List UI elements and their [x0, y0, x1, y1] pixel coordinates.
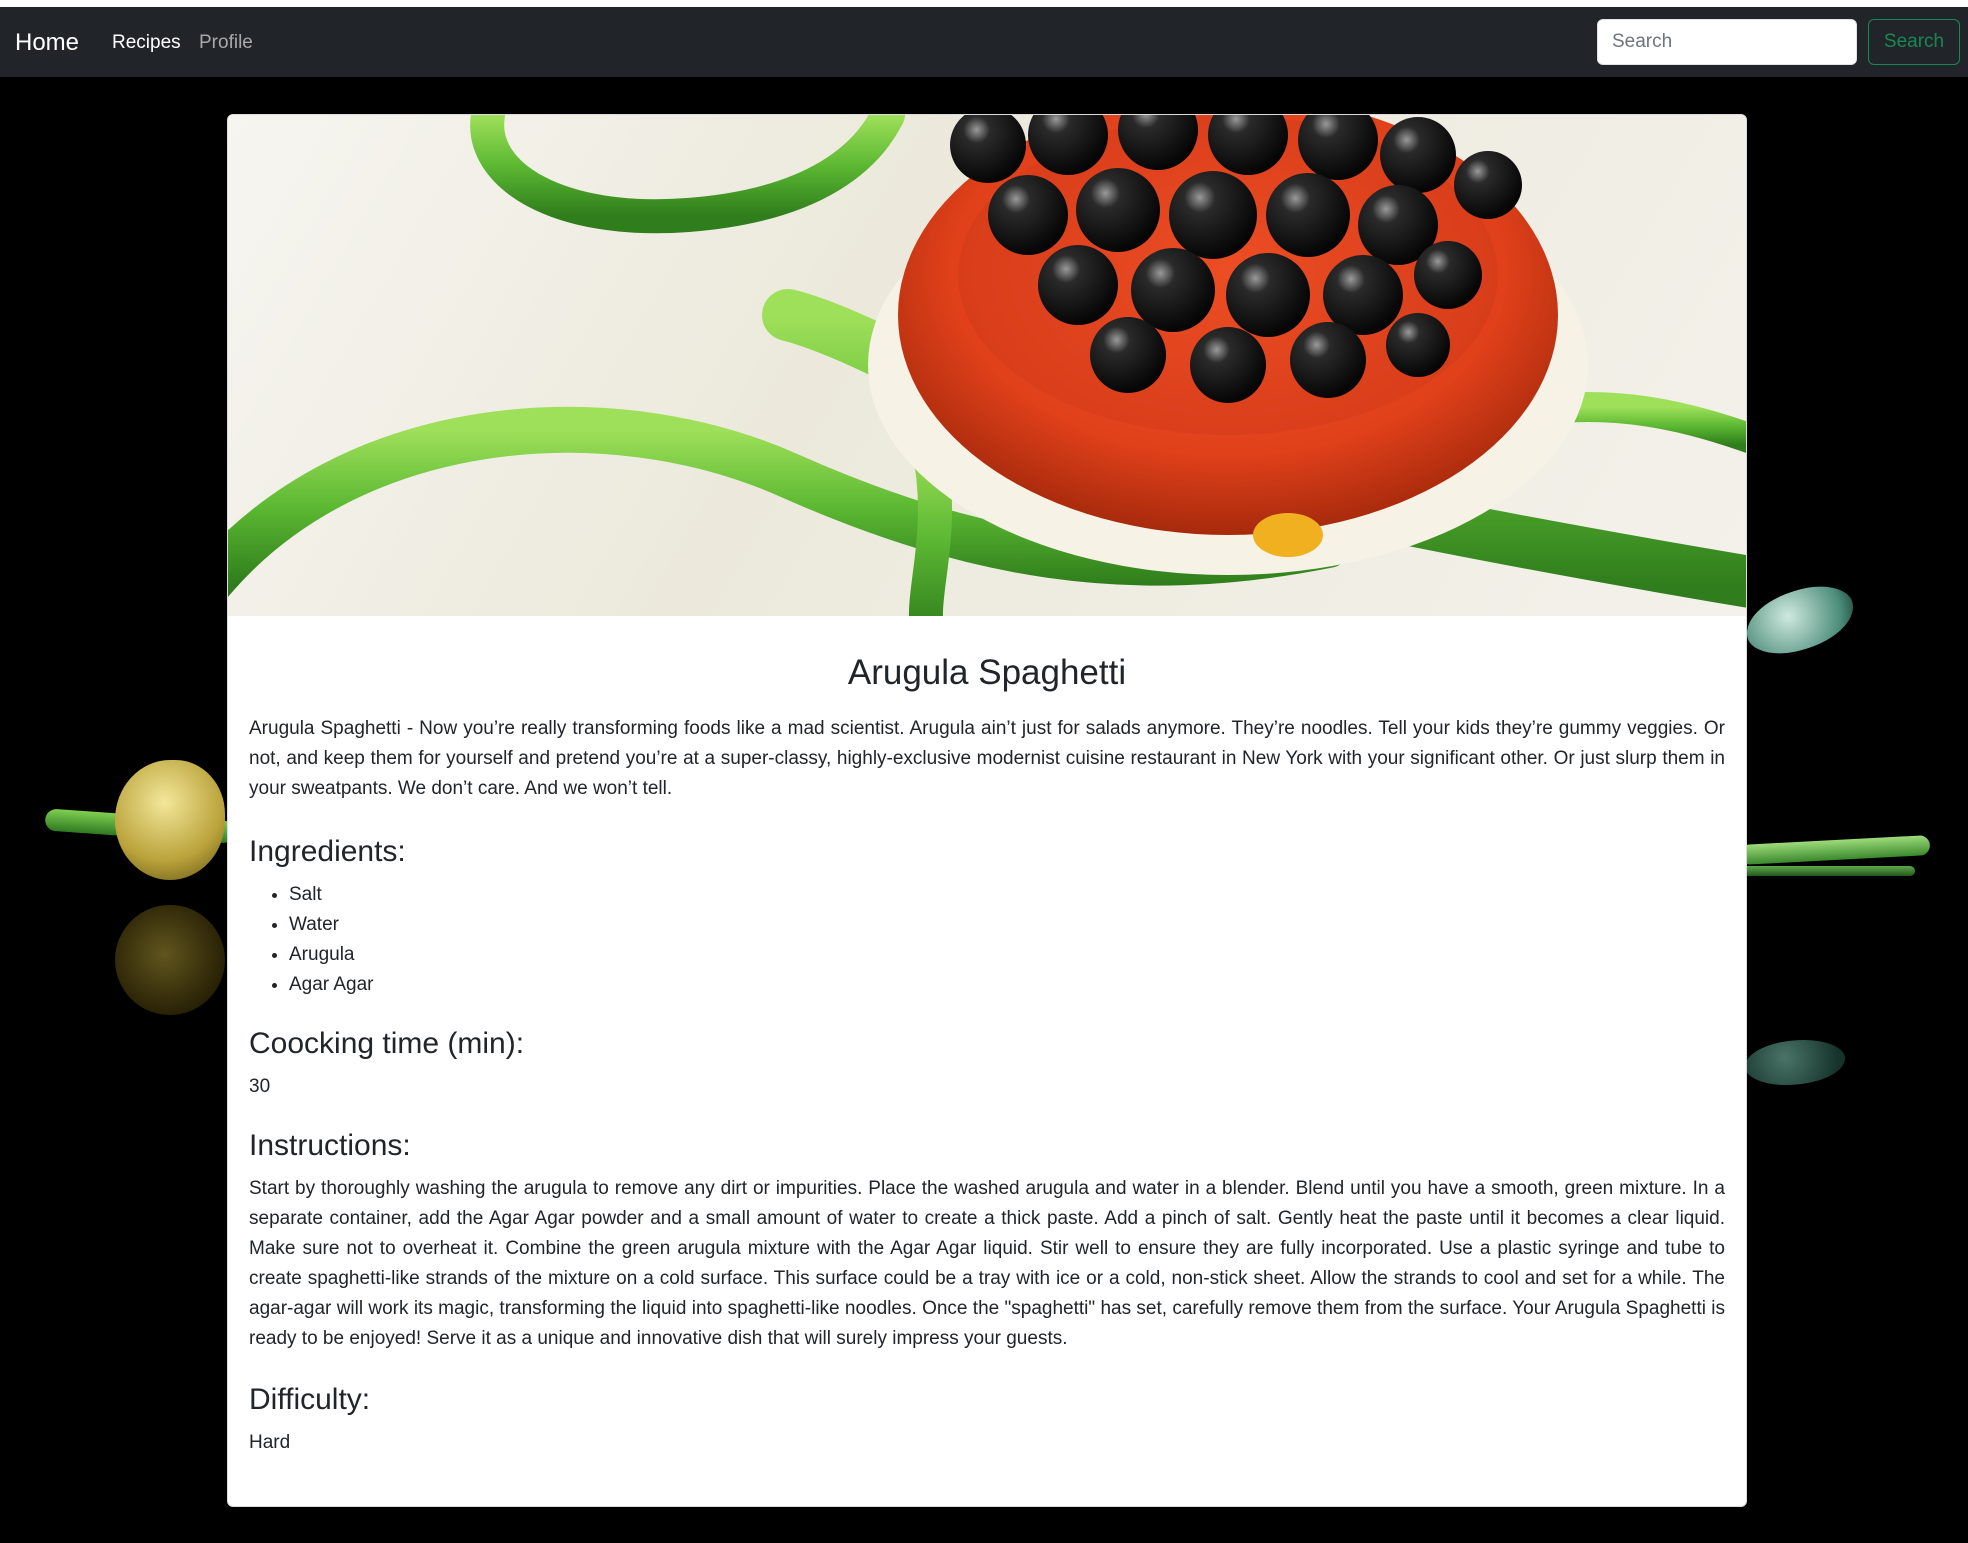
background-leaf-reflection — [1745, 1040, 1845, 1085]
cooking-time-heading: Coocking time (min): — [249, 1027, 525, 1060]
top-navbar: Home Recipes Profile Search — [0, 7, 1968, 77]
home-link[interactable]: Home — [15, 29, 79, 57]
background-arugula-stem-right — [1739, 835, 1931, 865]
ingredient-item: Water — [289, 910, 1725, 940]
recipe-body: Arugula Spaghetti Arugula Spaghetti - No… — [228, 616, 1746, 1458]
ingredients-list: Salt Water Arugula Agar Agar — [249, 880, 1725, 1000]
difficulty-heading: Difficulty: — [249, 1383, 371, 1416]
background-food-reflection — [115, 905, 225, 1015]
nav-link-profile[interactable]: Profile — [199, 32, 253, 54]
background-arugula-stem-right-2 — [1740, 866, 1915, 876]
ingredient-item: Agar Agar — [289, 970, 1725, 1000]
search-input[interactable] — [1597, 19, 1857, 65]
recipe-card: Arugula Spaghetti Arugula Spaghetti - No… — [227, 114, 1747, 1507]
window-top-strip — [0, 0, 1968, 7]
search-button[interactable]: Search — [1868, 19, 1960, 65]
nav-link-recipes[interactable]: Recipes — [112, 32, 181, 54]
ingredient-item: Salt — [289, 880, 1725, 910]
background-food-blob — [115, 760, 225, 880]
difficulty-value: Hard — [249, 1432, 291, 1453]
background-leaf — [1739, 579, 1861, 661]
recipe-title: Arugula Spaghetti — [847, 653, 1127, 692]
cooking-time-value: 30 — [249, 1076, 271, 1097]
instructions-heading: Instructions: — [249, 1129, 411, 1162]
instructions-text: Start by thoroughly washing the arugula … — [249, 1178, 1725, 1349]
ingredients-heading: Ingredients: — [249, 835, 406, 868]
recipe-image — [228, 115, 1746, 616]
ingredient-item: Arugula — [289, 940, 1725, 970]
recipe-description: Arugula Spaghetti - Now you’re really tr… — [249, 718, 1725, 799]
